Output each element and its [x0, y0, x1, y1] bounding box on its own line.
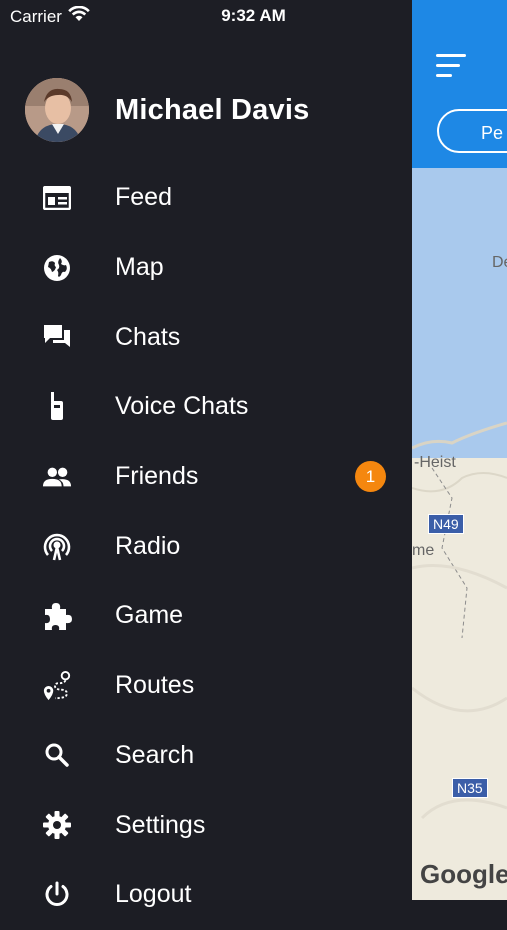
- map-place-label: me: [412, 542, 435, 559]
- menu-item-label: Game: [115, 601, 184, 630]
- map-place-label: De: [492, 254, 507, 271]
- navigation-drawer: Carrier Michael Davis Feed Map Chats Voi…: [0, 0, 412, 908]
- drawer-menu: Feed Map Chats Voice Chats Friends 1 Rad…: [0, 163, 412, 930]
- avatar[interactable]: [25, 78, 89, 142]
- search-icon: [42, 740, 72, 770]
- menu-item-chats[interactable]: Chats: [0, 302, 412, 372]
- menu-item-label: Friends: [115, 462, 199, 491]
- menu-item-label: Feed: [115, 183, 172, 212]
- menu-item-label: Voice Chats: [115, 392, 249, 421]
- menu-item-routes[interactable]: Routes: [0, 651, 412, 721]
- walkie-talkie-icon: [42, 391, 72, 422]
- map-view[interactable]: De -Heist me N49 N35 Google: [412, 168, 507, 900]
- globe-icon: [42, 253, 72, 283]
- menu-item-feed[interactable]: Feed: [0, 163, 412, 233]
- menu-item-label: Settings: [115, 810, 206, 839]
- menu-item-logout[interactable]: Logout: [0, 860, 412, 930]
- menu-item-friends[interactable]: Friends 1: [0, 442, 412, 512]
- status-time: 9:32 AM: [221, 6, 286, 25]
- road-shield: N35: [452, 778, 488, 798]
- menu-item-label: Map: [115, 253, 164, 282]
- notification-badge: 1: [355, 461, 386, 493]
- menu-item-label: Chats: [115, 322, 181, 351]
- chats-icon: [42, 322, 72, 352]
- menu-item-map[interactable]: Map: [0, 233, 412, 303]
- menu-item-search[interactable]: Search: [0, 721, 412, 791]
- profile-header[interactable]: Michael Davis: [25, 78, 309, 142]
- menu-item-label: Routes: [115, 671, 195, 700]
- routes-icon: [42, 670, 72, 701]
- road-shield: N49: [428, 514, 464, 534]
- map-screen: Pe De -Heist me N49 N35 Google: [412, 0, 507, 900]
- profile-name: Michael Davis: [115, 93, 310, 126]
- hamburger-menu-icon[interactable]: [436, 54, 468, 78]
- gear-icon: [42, 810, 72, 840]
- map-place-label: -Heist: [414, 454, 456, 471]
- menu-item-settings[interactable]: Settings: [0, 790, 412, 860]
- radio-icon: [42, 531, 72, 561]
- feed-icon: [42, 183, 72, 213]
- puzzle-icon: [42, 601, 72, 631]
- menu-item-game[interactable]: Game: [0, 581, 412, 651]
- friends-icon: [42, 462, 72, 492]
- power-icon: [42, 880, 72, 910]
- filter-pill-button[interactable]: Pe: [437, 109, 507, 153]
- menu-item-label: Search: [115, 740, 195, 769]
- menu-item-label: Logout: [115, 880, 192, 909]
- google-logo: Google: [420, 859, 507, 889]
- menu-item-label: Radio: [115, 531, 181, 560]
- menu-item-voice-chats[interactable]: Voice Chats: [0, 372, 412, 442]
- menu-item-radio[interactable]: Radio: [0, 511, 412, 581]
